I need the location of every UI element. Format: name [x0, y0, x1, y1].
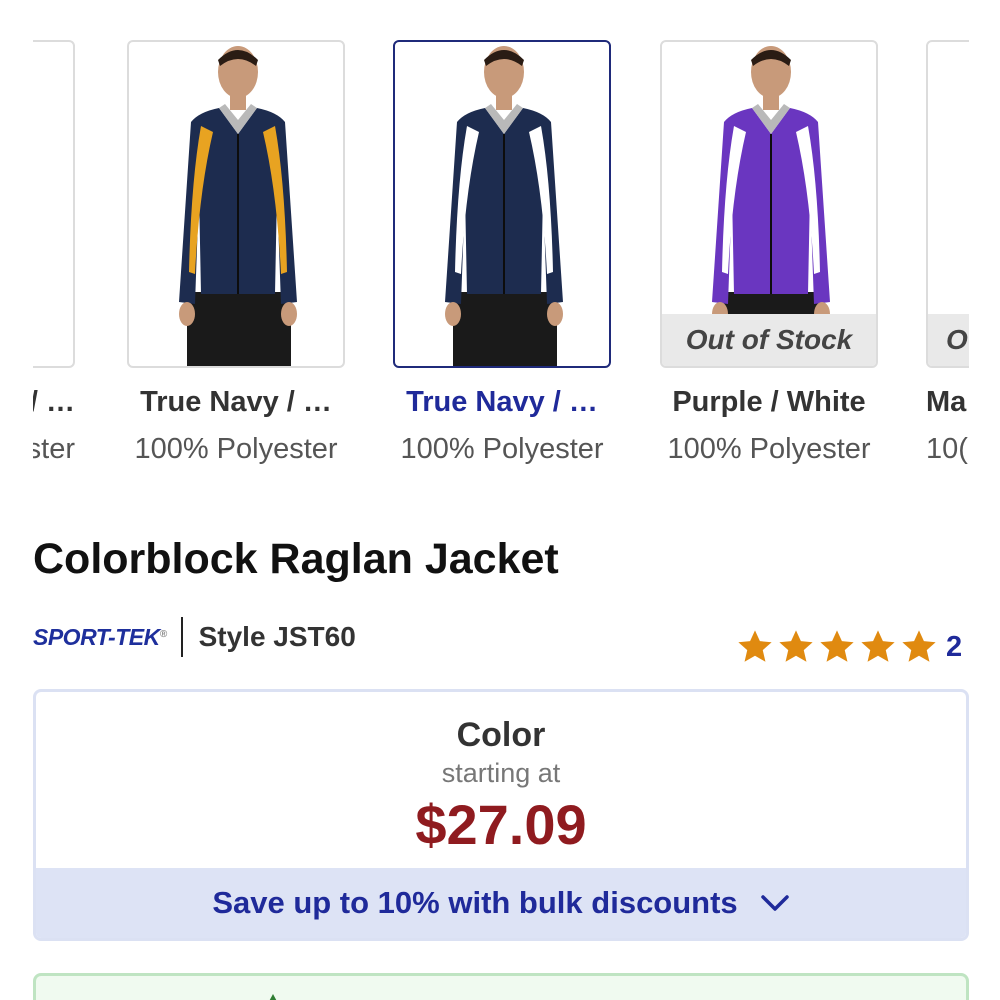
swatch-material: 10( — [926, 433, 968, 465]
jacket-image — [33, 42, 75, 368]
out-of-stock-label: O — [928, 314, 969, 366]
color-swatch-carousel[interactable]: / … ster True Navy / … 100% Polyester Tr… — [33, 40, 969, 480]
swatch-card[interactable]: O Ma 10( — [926, 40, 969, 466]
swatch-name: / … — [33, 386, 75, 418]
product-title: Colorblock Raglan Jacket — [33, 535, 559, 583]
swatch-name: Ma — [926, 386, 967, 418]
swatch-card-selected[interactable]: True Navy / … 100% Polyester — [393, 40, 611, 466]
swatch-material: 100% Polyester — [400, 433, 604, 465]
swatch-name: True Navy / … — [140, 386, 332, 418]
jacket-image — [445, 46, 563, 366]
swatch-material: 100% Polyester — [134, 433, 338, 465]
swatch-name: Purple / White — [672, 386, 866, 418]
star-icon — [738, 630, 772, 662]
chevron-down-icon — [760, 895, 789, 911]
style-number: Style JST60 — [198, 621, 356, 652]
brand-row: SPORT-TEK® Style JST60 — [33, 615, 356, 659]
swatch-name: True Navy / … — [406, 386, 598, 418]
price-label: Color — [456, 716, 546, 754]
bulk-discount-toggle[interactable]: Save up to 10% with bulk discounts — [36, 868, 966, 938]
truck-icon — [269, 994, 277, 1000]
bulk-discount-label: Save up to 10% with bulk discounts — [212, 885, 738, 920]
star-icon — [820, 630, 854, 662]
swatch-thumbnail[interactable]: O — [926, 40, 969, 368]
swatch-material: 100% Polyester — [667, 433, 871, 465]
swatch-thumbnail[interactable] — [393, 40, 611, 368]
out-of-stock-label: Out of Stock — [662, 314, 876, 366]
jacket-image — [179, 46, 297, 366]
swatch-thumbnail[interactable] — [127, 40, 345, 368]
star-rating — [736, 628, 941, 666]
shipping-info-box — [33, 973, 969, 1000]
rating[interactable]: 2 — [736, 628, 962, 666]
price-value: $27.09 — [415, 793, 587, 856]
brand-logo[interactable]: SPORT-TEK® — [33, 624, 167, 651]
price-box: Color starting at $27.09 Save up to 10% … — [33, 689, 969, 941]
review-count-link[interactable]: 2 — [946, 631, 962, 664]
star-icon — [902, 630, 936, 662]
swatch-thumbnail[interactable]: Out of Stock — [660, 40, 878, 368]
swatch-card[interactable]: Out of Stock Purple / White 100% Polyest… — [660, 40, 878, 466]
product-page: / … ster True Navy / … 100% Polyester Tr… — [0, 0, 1000, 1000]
swatch-material: ster — [33, 433, 75, 465]
price-sub: starting at — [441, 758, 561, 788]
star-icon — [861, 630, 895, 662]
swatch-thumbnail[interactable] — [33, 40, 75, 368]
divider — [180, 617, 183, 657]
swatch-card[interactable]: True Navy / … 100% Polyester — [127, 40, 345, 466]
swatch-card[interactable]: / … ster — [33, 40, 75, 466]
star-icon — [779, 630, 813, 662]
